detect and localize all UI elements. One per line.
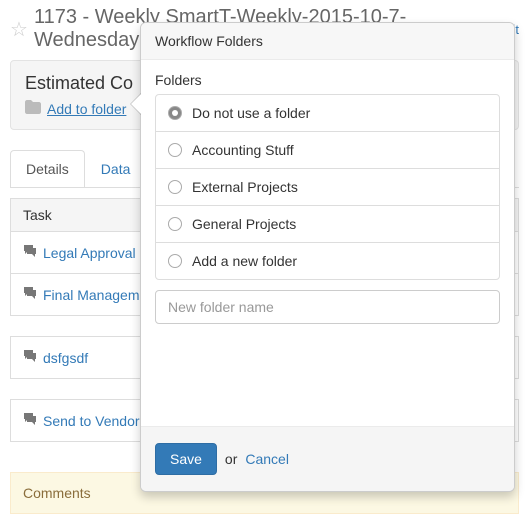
option-label: General Projects [192, 216, 296, 232]
folder-options: Do not use a folder Accounting Stuff Ext… [155, 94, 500, 280]
cancel-link[interactable]: Cancel [245, 451, 289, 467]
comment-icon [23, 412, 37, 429]
new-folder-input[interactable] [155, 290, 500, 324]
option-label: Do not use a folder [192, 105, 310, 121]
popover-footer: Save or Cancel [141, 426, 514, 491]
task-link[interactable]: dsfgsdf [43, 350, 88, 366]
radio-icon [168, 217, 182, 231]
option-label: Accounting Stuff [192, 142, 294, 158]
star-icon[interactable]: ☆ [10, 17, 28, 42]
folder-icon [25, 100, 41, 117]
folder-option-general[interactable]: General Projects [156, 206, 499, 243]
tab-data[interactable]: Data [85, 150, 147, 187]
comment-icon [23, 244, 37, 261]
radio-icon [168, 143, 182, 157]
radio-icon [168, 180, 182, 194]
radio-icon [168, 106, 182, 120]
tab-details[interactable]: Details [10, 150, 85, 187]
task-link[interactable]: Send to Vendor [43, 413, 140, 429]
folder-option-accounting[interactable]: Accounting Stuff [156, 132, 499, 169]
folder-option-external[interactable]: External Projects [156, 169, 499, 206]
comment-icon [23, 286, 37, 303]
add-to-folder-link[interactable]: Add to folder [47, 101, 126, 117]
save-button[interactable]: Save [155, 443, 217, 475]
folder-option-none[interactable]: Do not use a folder [156, 95, 499, 132]
radio-icon [168, 254, 182, 268]
comment-icon [23, 349, 37, 366]
workflow-folders-popover: Workflow Folders Folders Do not use a fo… [140, 22, 515, 492]
task-link[interactable]: Legal Approval [43, 245, 136, 261]
folders-label: Folders [155, 72, 500, 88]
option-label: External Projects [192, 179, 298, 195]
folder-option-add-new[interactable]: Add a new folder [156, 243, 499, 279]
popover-title: Workflow Folders [141, 23, 514, 60]
or-text: or [225, 451, 237, 467]
option-label: Add a new folder [192, 253, 297, 269]
